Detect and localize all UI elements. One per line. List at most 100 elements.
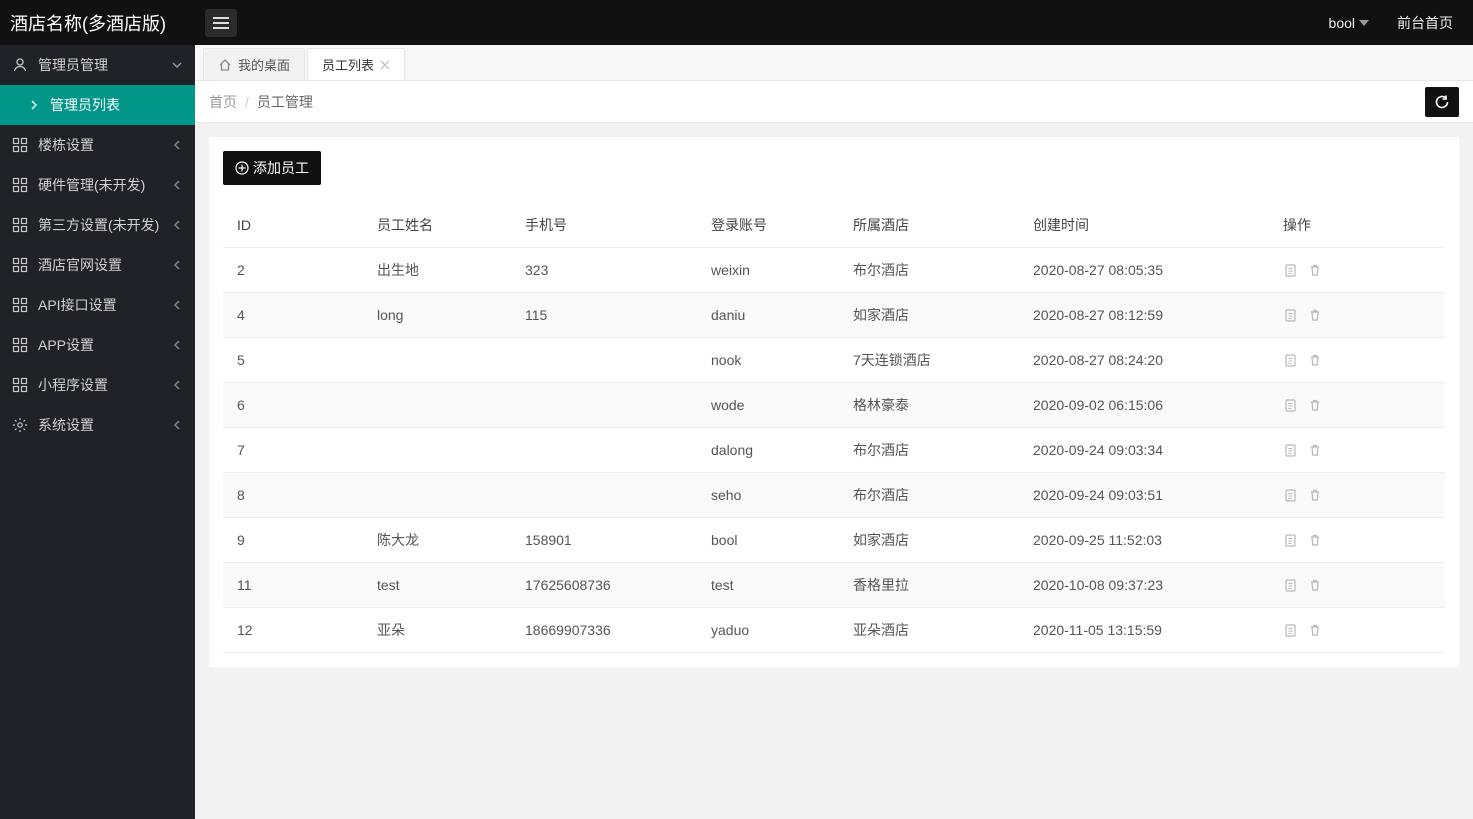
sidebar-item-9[interactable]: 系统设置 [0,405,195,445]
home-icon [218,58,232,72]
sidebar-item-7[interactable]: APP设置 [0,325,195,365]
tab-1[interactable]: 员工列表 [307,48,405,80]
sidebar: 管理员管理管理员列表楼栋设置硬件管理(未开发) 第三方设置(未开发)酒店官网设置 A… [0,45,195,819]
sidebar-item-label: APP设置 [38,335,94,355]
delete-button[interactable] [1307,442,1323,458]
table-cell: 323 [511,248,697,293]
row-actions-cell [1269,248,1445,293]
breadcrumb-home[interactable]: 首页 [209,92,237,112]
table-cell: 158901 [511,518,697,563]
chevron-left-icon [171,419,183,431]
front-homepage-link[interactable]: 前台首页 [1397,13,1453,33]
edit-button[interactable] [1283,487,1299,503]
sidebar-item-label: 硬件管理(未开发) [38,175,145,195]
top-bar-right: bool 前台首页 [1329,13,1473,33]
delete-button[interactable] [1307,532,1323,548]
table-cell: 布尔酒店 [839,428,1019,473]
edit-button[interactable] [1283,532,1299,548]
edit-icon [1284,263,1298,277]
trash-icon [1308,533,1322,547]
sidebar-item-2[interactable]: 楼栋设置 [0,125,195,165]
close-icon[interactable] [380,60,390,70]
add-employee-button[interactable]: 添加员工 [223,151,321,185]
chevron-down-icon [171,59,183,71]
row-actions-cell [1269,563,1445,608]
delete-button[interactable] [1307,352,1323,368]
table-cell: 陈大龙 [363,518,511,563]
delete-button[interactable] [1307,487,1323,503]
table-cell: test [363,563,511,608]
sidebar-item-label: 管理员列表 [50,95,120,115]
edit-button[interactable] [1283,442,1299,458]
table-cell: bool [697,518,839,563]
table-cell: weixin [697,248,839,293]
table-cell: 6 [223,383,363,428]
sidebar-item-0[interactable]: 管理员管理 [0,45,195,85]
brand-title: 酒店名称(多酒店版) [0,0,195,45]
edit-button[interactable] [1283,622,1299,638]
trash-icon [1308,578,1322,592]
table-cell [511,428,697,473]
table-row: 7dalong布尔酒店2020-09-24 09:03:34 [223,428,1445,473]
table-cell: 2020-09-24 09:03:34 [1019,428,1269,473]
table-cell: 11 [223,563,363,608]
edit-icon [1284,623,1298,637]
edit-button[interactable] [1283,307,1299,323]
tab-label: 员工列表 [322,55,374,74]
row-actions-cell [1269,518,1445,563]
hamburger-icon [213,16,229,30]
table-cell: 如家酒店 [839,293,1019,338]
table-cell: 出生地 [363,248,511,293]
sidebar-item-4[interactable]: 第三方设置(未开发) [0,205,195,245]
table-cell: 2020-10-08 09:37:23 [1019,563,1269,608]
top-bar: 酒店名称(多酒店版) bool 前台首页 [0,0,1473,45]
chevron-left-icon [171,299,183,311]
table-cell: nook [697,338,839,383]
table-row: 5nook7天连锁酒店2020-08-27 08:24:20 [223,338,1445,383]
caret-down-icon [1359,20,1369,26]
sidebar-toggle-button[interactable] [205,9,237,37]
tab-0[interactable]: 我的桌面 [203,48,305,80]
table-cell: long [363,293,511,338]
table-cell: 115 [511,293,697,338]
edit-button[interactable] [1283,352,1299,368]
sidebar-item-6[interactable]: API接口设置 [0,285,195,325]
sidebar-item-5[interactable]: 酒店官网设置 [0,245,195,285]
edit-button[interactable] [1283,577,1299,593]
edit-button[interactable] [1283,262,1299,278]
breadcrumb-separator: / [245,94,249,110]
delete-button[interactable] [1307,622,1323,638]
table-cell [363,428,511,473]
delete-button[interactable] [1307,262,1323,278]
edit-icon [1284,533,1298,547]
table-cell [363,383,511,428]
plus-circle-icon [235,161,249,175]
sidebar-subitem-admin-list[interactable]: 管理员列表 [0,85,195,125]
table-cell: 布尔酒店 [839,473,1019,518]
trash-icon [1308,353,1322,367]
row-actions-cell [1269,293,1445,338]
edit-icon [1284,578,1298,592]
grid-icon [12,337,28,353]
delete-button[interactable] [1307,577,1323,593]
delete-button[interactable] [1307,397,1323,413]
delete-button[interactable] [1307,307,1323,323]
column-header: 员工姓名 [363,203,511,248]
grid-icon [12,257,28,273]
column-header: 创建时间 [1019,203,1269,248]
sidebar-item-label: API接口设置 [38,295,117,315]
refresh-button[interactable] [1425,87,1459,117]
trash-icon [1308,488,1322,502]
column-header: 操作 [1269,203,1445,248]
table-cell: 12 [223,608,363,653]
table-cell: test [697,563,839,608]
user-menu[interactable]: bool [1329,15,1369,31]
sidebar-item-8[interactable]: 小程序设置 [0,365,195,405]
table-cell [363,338,511,383]
sidebar-item-3[interactable]: 硬件管理(未开发) [0,165,195,205]
table-row: 2出生地323weixin布尔酒店2020-08-27 08:05:35 [223,248,1445,293]
sidebar-item-label: 楼栋设置 [38,135,94,155]
table-cell: 2 [223,248,363,293]
edit-button[interactable] [1283,397,1299,413]
table-cell: wode [697,383,839,428]
